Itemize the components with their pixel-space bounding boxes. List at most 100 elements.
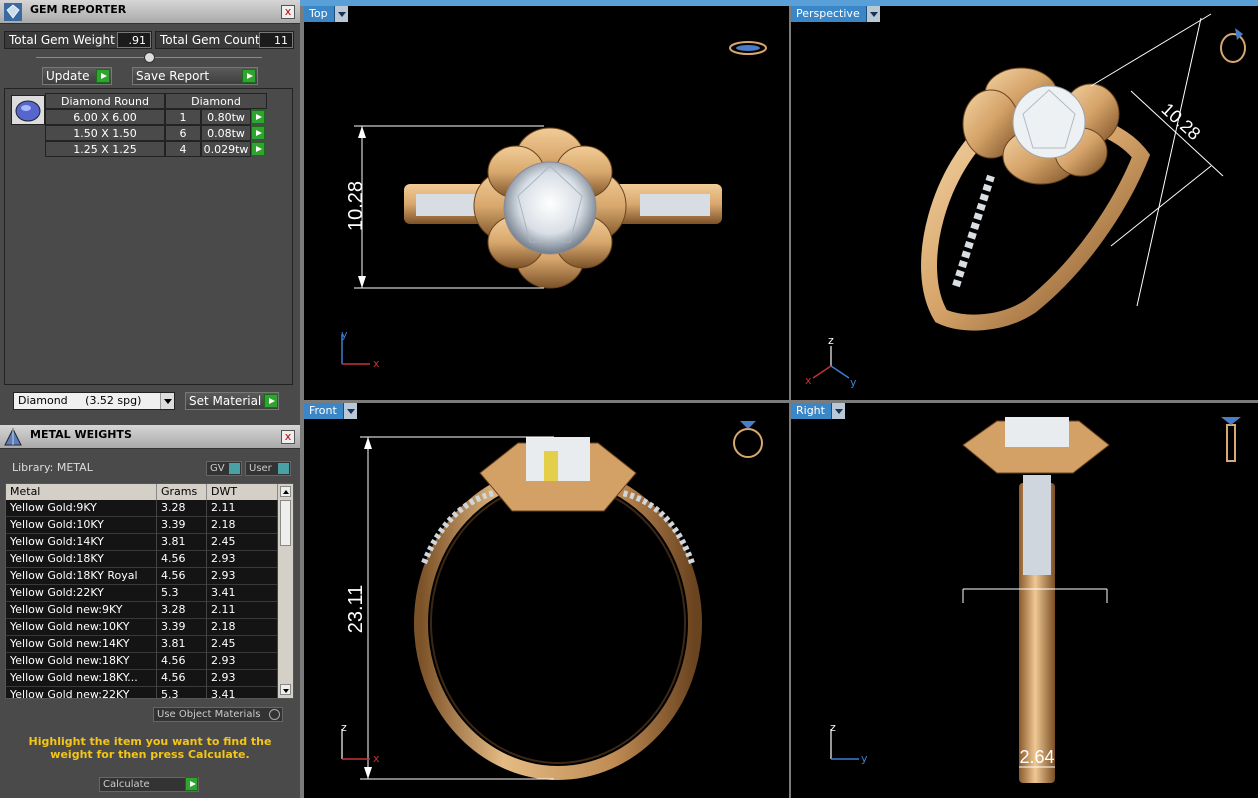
right-axis-z: z [830, 721, 836, 734]
grams-column-header[interactable]: Grams [157, 484, 207, 500]
front-axis-z: z [341, 721, 347, 734]
viewport-top[interactable]: 10.28 y x Top [304, 6, 789, 400]
save-report-play-icon[interactable] [242, 69, 256, 83]
perspective-ring-nav-icon[interactable] [1220, 28, 1246, 63]
table-row[interactable]: Yellow Gold:10KY 3.39 2.18 [6, 517, 278, 534]
total-gem-weight-value: .91 [117, 32, 151, 48]
chevron-down-icon[interactable] [160, 393, 174, 409]
metal-grams: 4.56 [157, 568, 207, 585]
metal-name: Yellow Gold:18KY [6, 551, 157, 568]
table-row[interactable]: Yellow Gold new:22KY 5.3 3.41 [6, 687, 278, 698]
viewport-right-menu[interactable]: Right [791, 403, 845, 419]
gem-row-size[interactable]: 1.25 X 1.25 [45, 141, 165, 157]
set-material-play-icon[interactable] [264, 394, 278, 408]
gem-row-size[interactable]: 1.50 X 1.50 [45, 125, 165, 141]
top-ring-nav-icon[interactable] [729, 41, 767, 55]
viewport-perspective-menu[interactable]: Perspective [791, 6, 880, 22]
scroll-down-icon[interactable] [280, 684, 291, 695]
table-row[interactable]: Yellow Gold:9KY 3.28 2.11 [6, 500, 278, 517]
gem-row-play-icon[interactable] [251, 126, 265, 140]
calculate-button[interactable]: Calculate [99, 777, 199, 792]
metal-table-scrollbar[interactable] [278, 484, 293, 698]
metal-column-header[interactable]: Metal [6, 484, 157, 500]
top-axis-x: x [373, 357, 380, 370]
scroll-up-icon[interactable] [280, 486, 291, 497]
table-row[interactable]: Yellow Gold new:14KY 3.81 2.45 [6, 636, 278, 653]
metal-grams: 3.81 [157, 636, 207, 653]
viewport-divider-horizontal[interactable] [304, 400, 1258, 403]
metal-grams: 5.3 [157, 687, 207, 698]
use-object-materials-toggle[interactable]: Use Object Materials [153, 707, 283, 722]
gv-toggle[interactable]: GV [206, 461, 242, 476]
metal-name: Yellow Gold new:9KY [6, 602, 157, 619]
metal-name: Yellow Gold new:22KY [6, 687, 157, 698]
radio-icon [269, 709, 280, 720]
chevron-down-icon[interactable] [342, 403, 357, 419]
chevron-down-icon[interactable] [865, 6, 880, 22]
chevron-down-icon[interactable] [830, 403, 845, 419]
front-view-render: 23.11 z x [341, 421, 763, 780]
table-row[interactable]: Yellow Gold:18KY 4.56 2.93 [6, 551, 278, 568]
use-object-materials-label: Use Object Materials [157, 709, 261, 720]
table-row[interactable]: Yellow Gold:14KY 3.81 2.45 [6, 534, 278, 551]
save-report-label: Save Report [136, 69, 210, 83]
metal-grams: 3.28 [157, 602, 207, 619]
table-row[interactable]: Yellow Gold:18KY Royal 4.56 2.93 [6, 568, 278, 585]
top-dimension: 10.28 [345, 181, 367, 231]
table-row[interactable]: Yellow Gold new:18KY... 4.56 2.93 [6, 670, 278, 687]
metal-name: Yellow Gold:22KY [6, 585, 157, 602]
perspective-axis-x: x [805, 374, 812, 387]
viewport-front[interactable]: 23.11 z x Front [304, 403, 789, 798]
set-material-label: Set Material [189, 394, 262, 408]
metal-dwt: 3.41 [207, 585, 278, 602]
viewport-top-label: Top [309, 7, 328, 20]
viewport-top-menu[interactable]: Top [304, 6, 348, 22]
metal-grams: 3.39 [157, 619, 207, 636]
calculate-play-icon[interactable] [185, 777, 198, 791]
gem-row-count[interactable]: 1 [165, 109, 201, 125]
save-report-button[interactable]: Save Report [132, 67, 258, 85]
gem-column-type: Diamond [165, 93, 267, 109]
metal-name: Yellow Gold new:14KY [6, 636, 157, 653]
gv-indicator-icon [229, 463, 240, 474]
gem-reporter-icon [4, 3, 22, 21]
table-row[interactable]: Yellow Gold new:18KY 4.56 2.93 [6, 653, 278, 670]
metal-table: Metal Grams DWT Yellow Gold:9KY 3.28 2.11 Y… [5, 483, 294, 699]
gem-row-weight[interactable]: 0.80tw [201, 109, 251, 125]
chevron-down-icon[interactable] [333, 6, 348, 22]
scroll-thumb[interactable] [280, 500, 291, 546]
metal-name: Yellow Gold new:10KY [6, 619, 157, 636]
front-axis-x: x [373, 752, 380, 765]
right-ring-nav-icon[interactable] [1221, 417, 1241, 462]
metal-weights-close-button[interactable]: x [281, 430, 295, 444]
gem-row-count[interactable]: 4 [165, 141, 201, 157]
metal-weights-icon [4, 427, 22, 446]
viewport-right[interactable]: 2.64 z y Right [791, 403, 1258, 798]
collapse-knob-icon[interactable] [144, 52, 155, 63]
metal-name: Yellow Gold new:18KY [6, 653, 157, 670]
viewport-perspective[interactable]: 10.28 z x y Perspective [791, 6, 1258, 400]
metal-name: Yellow Gold:18KY Royal [6, 568, 157, 585]
gem-row-weight[interactable]: 0.029tw [201, 141, 251, 157]
user-toggle[interactable]: User [245, 461, 291, 476]
metal-dwt: 2.11 [207, 500, 278, 517]
table-row[interactable]: Yellow Gold new:10KY 3.39 2.18 [6, 619, 278, 636]
viewport-front-menu[interactable]: Front [304, 403, 357, 419]
gem-row-play-icon[interactable] [251, 142, 265, 156]
gem-list: Diamond Round Diamond 6.00 X 6.00 1 0.80… [4, 88, 293, 385]
front-ring-nav-icon[interactable] [733, 421, 763, 458]
gem-reporter-close-button[interactable]: x [281, 5, 295, 19]
gem-row-weight[interactable]: 0.08tw [201, 125, 251, 141]
metal-dwt: 3.41 [207, 687, 278, 698]
gem-row-count[interactable]: 6 [165, 125, 201, 141]
table-row[interactable]: Yellow Gold new:9KY 3.28 2.11 [6, 602, 278, 619]
material-select[interactable]: Diamond (3.52 spg) [13, 392, 175, 410]
table-row[interactable]: Yellow Gold:22KY 5.3 3.41 [6, 585, 278, 602]
gem-row-play-icon[interactable] [251, 110, 265, 124]
library-label: Library: METAL [12, 461, 93, 474]
dwt-column-header[interactable]: DWT [207, 484, 278, 500]
diamond-round-thumbnail[interactable] [11, 95, 45, 125]
right-view-render: 2.64 z y [830, 417, 1241, 783]
update-play-icon[interactable] [96, 69, 110, 83]
gem-row-size[interactable]: 6.00 X 6.00 [45, 109, 165, 125]
